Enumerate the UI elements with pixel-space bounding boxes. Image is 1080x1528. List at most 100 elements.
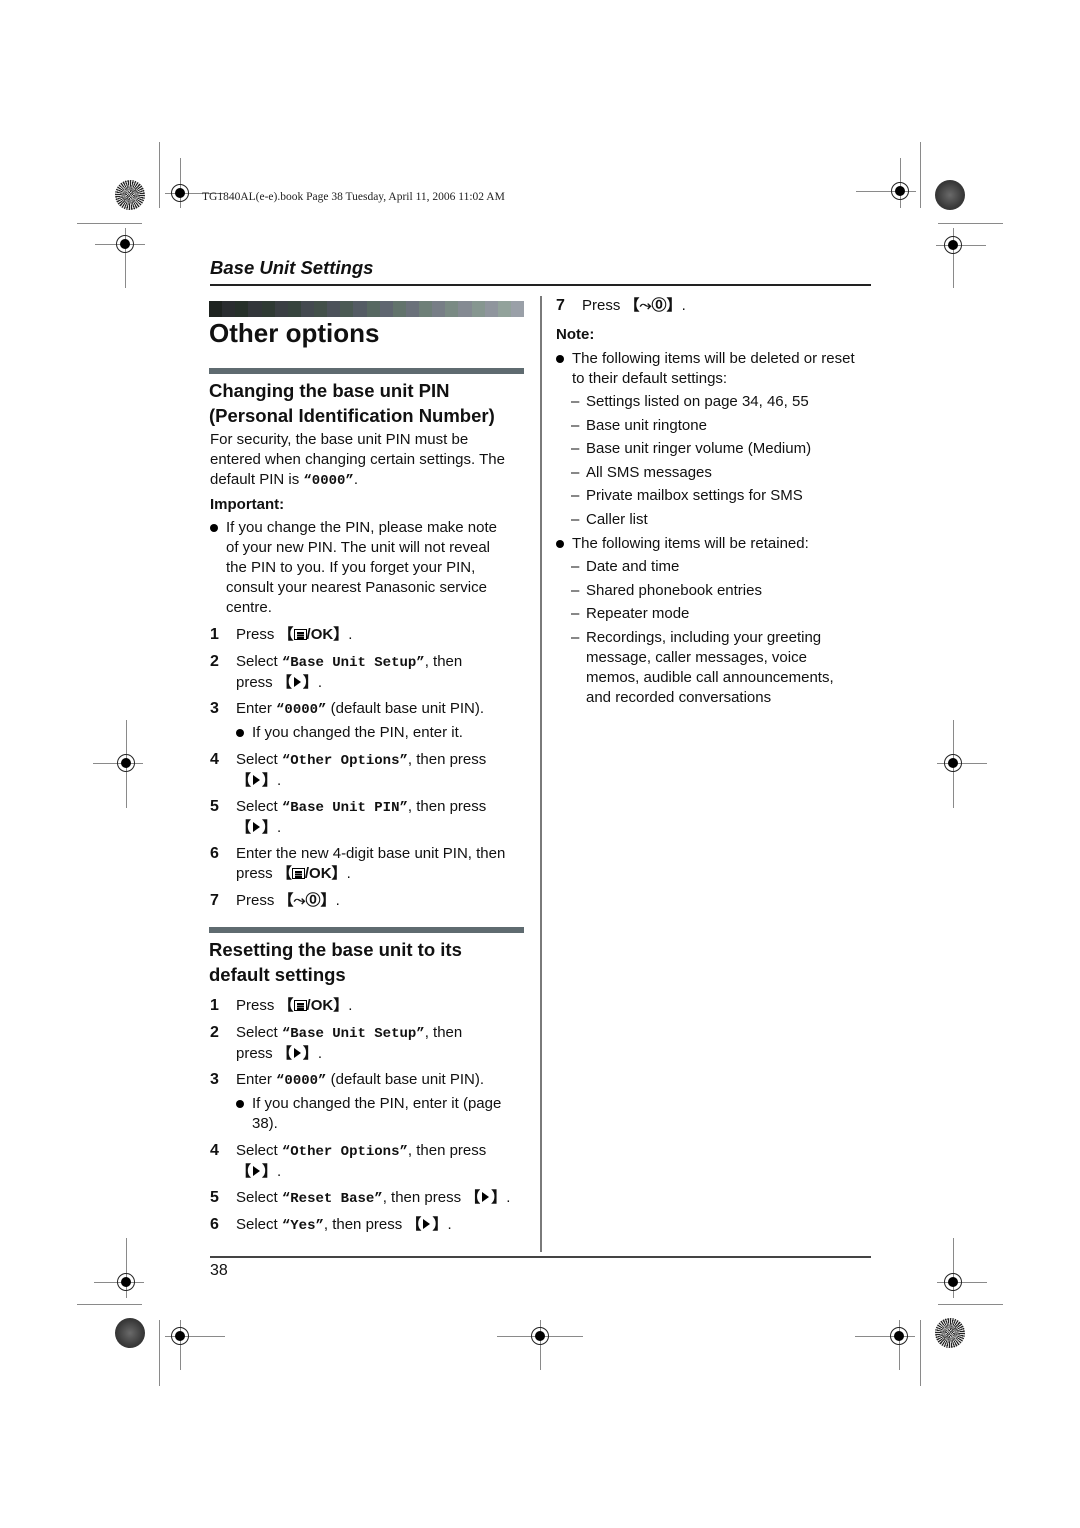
- bracket: 】: [331, 865, 347, 882]
- key-text: /OK: [306, 626, 334, 643]
- bullet-icon: [556, 355, 564, 363]
- column-divider: [540, 296, 542, 1252]
- step-text: Press 【/OK】.: [236, 997, 353, 1014]
- bracket: 】: [262, 1163, 278, 1180]
- line: consult your nearest Panasonic service: [226, 579, 487, 596]
- registration-mark-icon: [171, 184, 189, 202]
- note-label: Note:: [556, 326, 595, 343]
- dash: –: [571, 605, 580, 623]
- dash: –: [571, 416, 580, 434]
- item-text: Recordings, including your greeting mess…: [586, 628, 834, 708]
- step-text: Enter “0000” (default base unit PIN).: [236, 699, 526, 720]
- registration-mark-icon: [944, 754, 962, 772]
- step-text: Press 【⤳⓪】.: [236, 892, 340, 909]
- bracket: 】: [262, 772, 278, 789]
- step-text: Press 【⤳⓪】.: [582, 297, 686, 314]
- bracket: 【: [278, 997, 294, 1014]
- menu-ok-key: 【 /OK】: [279, 626, 349, 643]
- registration-mark-icon: [944, 1273, 962, 1291]
- gradient-swatch: [366, 301, 380, 317]
- text: press: [236, 865, 277, 882]
- gradient-swatch: [484, 301, 498, 317]
- bracket: 】: [666, 297, 682, 314]
- important-label: Important:: [210, 496, 285, 513]
- gradient-swatch: [419, 301, 433, 317]
- bullet-icon: [236, 729, 244, 737]
- bullet-text: The following items will be retained:: [572, 535, 809, 552]
- line: 【】.: [236, 772, 282, 789]
- text: , then press: [382, 1189, 466, 1206]
- step-number: 5: [210, 798, 219, 815]
- line: 【】.: [236, 819, 282, 836]
- gradient-swatch: [497, 301, 511, 317]
- menu-item-code: “Other Options”: [281, 1144, 408, 1160]
- step-text: Enter the new 4-digit base unit PIN, the…: [236, 844, 526, 884]
- line: centre.: [226, 599, 272, 616]
- right-arrow-icon: [253, 775, 261, 785]
- step-number: 4: [210, 751, 219, 768]
- crop-line: [938, 1304, 1003, 1305]
- bracket: 【: [278, 626, 294, 643]
- right-key: 【】: [277, 674, 318, 691]
- step-text: Select “Base Unit PIN”, then press 【】.: [236, 797, 526, 838]
- line: Select “Base Unit PIN”, then press: [236, 797, 526, 818]
- step-text: Select “Base Unit Setup”, then press 【】.: [236, 652, 526, 693]
- line: Enter the new 4-digit base unit PIN, the…: [236, 845, 506, 862]
- step-number: 5: [210, 1189, 219, 1206]
- menu-item-code: “Other Options”: [281, 753, 408, 769]
- bullet-text: If you changed the PIN, enter it.: [252, 724, 463, 741]
- text: , then: [424, 653, 463, 670]
- registration-mark-icon: [944, 236, 962, 254]
- bullet-icon: [556, 540, 564, 548]
- text: , then press: [407, 1142, 487, 1159]
- subsection-bar: [209, 368, 524, 374]
- gradient-swatch: [287, 301, 301, 317]
- color-rosette-icon: [115, 1318, 145, 1348]
- title-gradient-bar: [209, 301, 524, 317]
- gradient-swatch: [327, 301, 341, 317]
- crop-line: [938, 223, 1003, 224]
- page-title: Other options: [209, 318, 380, 348]
- text: Press: [236, 997, 279, 1014]
- text: Press: [582, 297, 625, 314]
- menu-item-code: “Yes”: [281, 1218, 324, 1234]
- page-number: 38: [210, 1262, 228, 1279]
- registration-mark-icon: [171, 1327, 189, 1345]
- bracket: 】: [491, 1189, 507, 1206]
- text: Press: [236, 626, 279, 643]
- gradient-swatch: [209, 301, 223, 317]
- change-pin-heading: Changing the base unit PIN (Personal Ide…: [209, 378, 529, 428]
- intro-text: .: [353, 471, 358, 488]
- bracket: 【: [406, 1216, 422, 1233]
- right-key: 【】: [465, 1189, 506, 1206]
- key-text: /OK: [306, 997, 334, 1014]
- right-key: 【】: [236, 772, 277, 789]
- gradient-swatch: [274, 301, 288, 317]
- gradient-swatch: [222, 301, 236, 317]
- line: If you changed the PIN, enter it (page: [252, 1095, 502, 1112]
- registration-mark-icon: [117, 754, 135, 772]
- line: memos, audible call announcements,: [586, 669, 834, 686]
- step-number: 3: [210, 700, 219, 717]
- right-key: 【】: [277, 1045, 318, 1062]
- bullet-text: If you changed the PIN, enter it (page 3…: [252, 1094, 501, 1134]
- step-text: Select “Yes”, then press 【】.: [236, 1216, 452, 1234]
- step-text: Press 【/OK】.: [236, 626, 353, 643]
- text: (default base unit PIN).: [326, 1071, 485, 1088]
- gradient-swatch: [392, 301, 406, 317]
- dash: –: [571, 558, 580, 575]
- menu-icon: [293, 629, 307, 640]
- line: If you change the PIN, please make note: [226, 519, 498, 536]
- crop-line: [159, 1320, 160, 1386]
- footer-rule: [210, 1256, 871, 1258]
- color-rosette-icon: [935, 180, 965, 210]
- text: Select: [236, 1216, 282, 1233]
- step-number: 7: [210, 892, 219, 909]
- menu-item-code: “Base Unit PIN”: [281, 800, 408, 816]
- intro-line: For security, the base unit PIN must be: [210, 431, 469, 448]
- right-arrow-icon: [482, 1192, 490, 1202]
- dash: –: [571, 440, 580, 458]
- text: Select: [236, 653, 282, 670]
- bracket: 【: [465, 1189, 481, 1206]
- section-rule: [210, 284, 871, 286]
